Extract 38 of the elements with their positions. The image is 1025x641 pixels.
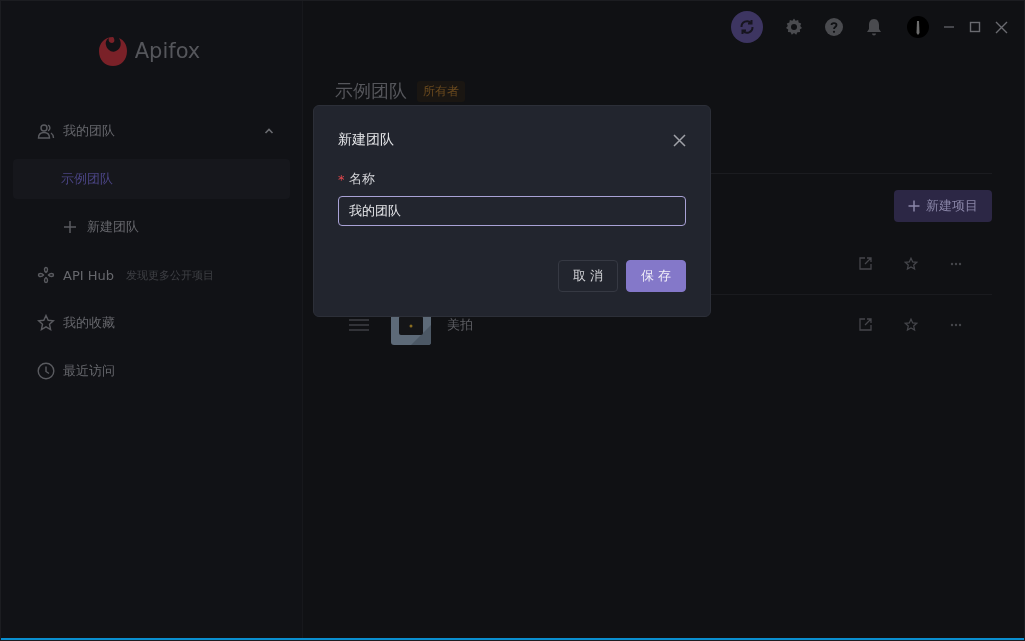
people-icon: [37, 122, 55, 140]
sync-icon: [738, 18, 756, 36]
star-icon[interactable]: [904, 318, 918, 332]
open-link-icon[interactable]: [858, 318, 872, 332]
sidebar-item[interactable]: 最近访问: [13, 351, 290, 391]
dialog-title: 新建团队: [338, 131, 394, 149]
more-icon[interactable]: [950, 323, 962, 327]
field-label: 名称: [348, 170, 375, 188]
name-input-field[interactable]: 我的团队: [338, 196, 686, 226]
bell-icon[interactable]: [865, 18, 883, 36]
new-team-link[interactable]: 新建团队: [13, 207, 290, 247]
plus-icon: [908, 200, 920, 212]
sidebar-item[interactable]: 我的收藏: [13, 303, 290, 343]
close-icon[interactable]: [673, 133, 686, 147]
star-icon: [37, 314, 55, 332]
settings-icon[interactable]: [785, 18, 803, 36]
clock-icon: [37, 362, 55, 380]
maximize-icon[interactable]: [969, 21, 981, 33]
project-name[interactable]: 美拍: [447, 316, 473, 334]
save-button[interactable]: 保 存: [625, 260, 686, 292]
more-icon[interactable]: [950, 262, 962, 266]
new-project-button[interactable]: 新建项目: [894, 190, 992, 222]
plus-icon: [63, 220, 77, 234]
drag-handle-icon[interactable]: [349, 318, 369, 332]
cancel-button[interactable]: 取 消: [557, 260, 618, 292]
team-title: 示例团队: [335, 80, 407, 102]
team-item[interactable]: 示例团队: [13, 159, 290, 199]
app-logo-text: Apifox: [134, 39, 201, 63]
star-icon[interactable]: [904, 257, 918, 271]
avatar-icon[interactable]: [907, 16, 929, 38]
sync-button[interactable]: [731, 11, 763, 43]
required-mark: *: [338, 171, 345, 187]
close-icon[interactable]: [995, 20, 1008, 34]
open-link-icon[interactable]: [858, 257, 872, 271]
hub-icon: [37, 266, 55, 284]
sidebar-group-header[interactable]: 我的团队: [13, 111, 290, 151]
role-badge: 所有者: [417, 80, 465, 102]
help-icon[interactable]: [825, 18, 843, 36]
